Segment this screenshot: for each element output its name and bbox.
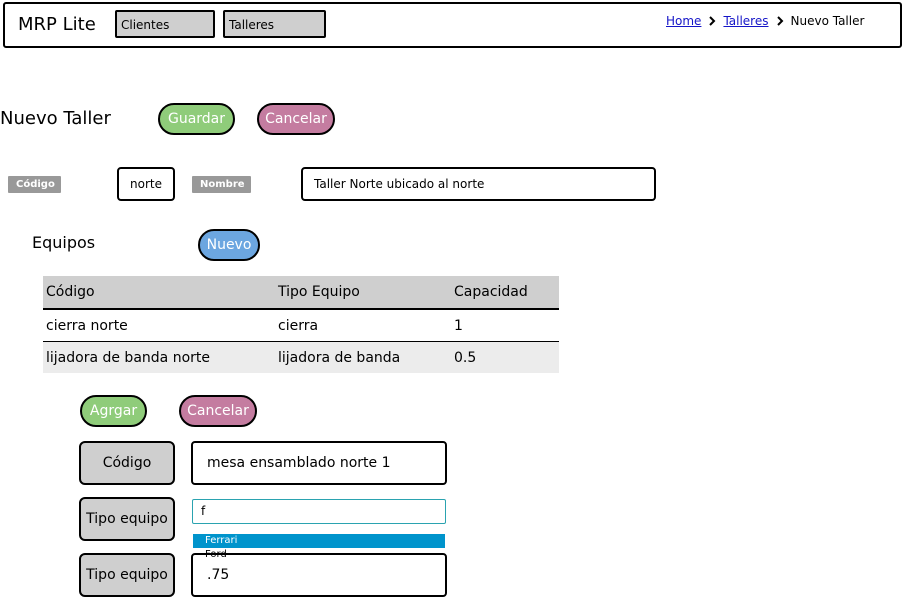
column-header-codigo[interactable]: Código — [43, 284, 275, 300]
capacidad-label: Tipo equipo — [79, 553, 175, 597]
table-cell: lijadora de banda norte — [46, 349, 210, 366]
app-title: MRP Lite — [18, 14, 96, 35]
dropdown-option-ferrari[interactable]: Ferrari — [193, 534, 445, 548]
table-row[interactable]: lijadora de banda norte lijadora de band… — [43, 341, 559, 373]
table-cell: 1 — [454, 317, 463, 334]
codigo-field[interactable]: norte — [117, 167, 175, 201]
column-header-tipo-equipo[interactable]: Tipo Equipo — [275, 284, 451, 300]
breadcrumb: Home Talleres Nuevo Taller — [666, 13, 864, 29]
cancel-add-button[interactable]: Cancelar — [179, 395, 257, 427]
nombre-label: Nombre — [192, 176, 251, 193]
tipo-equipo-label: Tipo equipo — [79, 497, 175, 541]
nav-talleres-button[interactable]: Talleres — [223, 10, 326, 38]
new-equipo-button[interactable]: Nuevo — [198, 229, 260, 261]
cancel-button[interactable]: Cancelar — [257, 103, 335, 135]
page-title: Nuevo Taller — [0, 108, 111, 129]
equipo-codigo-label: Código — [79, 441, 175, 485]
nombre-field[interactable]: Taller Norte ubicado al norte — [301, 167, 656, 201]
save-button[interactable]: Guardar — [158, 103, 235, 135]
breadcrumb-talleres-link[interactable]: Talleres — [723, 13, 768, 29]
breadcrumb-current: Nuevo Taller — [790, 14, 865, 28]
column-header-capacidad[interactable]: Capacidad — [451, 284, 559, 300]
dropdown-option-ford[interactable]: Ford — [193, 548, 445, 562]
nav-clientes-button[interactable]: Clientes — [115, 10, 215, 38]
breadcrumb-home-link[interactable]: Home — [666, 13, 701, 29]
table-row[interactable]: cierra norte cierra 1 — [43, 310, 559, 341]
table-cell: cierra — [278, 317, 319, 334]
add-equipo-button[interactable]: Agrgar — [80, 395, 147, 427]
tipo-equipo-combobox[interactable]: f — [192, 499, 446, 524]
table-cell: cierra norte — [46, 317, 128, 334]
table-cell: lijadora de banda — [278, 349, 401, 366]
chevron-right-icon — [776, 16, 784, 26]
equipo-codigo-field[interactable]: mesa ensamblado norte 1 — [191, 441, 447, 485]
codigo-label: Código — [8, 176, 61, 193]
equipos-table: Código Tipo Equipo Capacidad cierra nort… — [43, 276, 559, 373]
chevron-right-icon — [708, 16, 716, 26]
equipos-section-title: Equipos — [32, 233, 96, 252]
table-cell: 0.5 — [454, 349, 477, 366]
table-header-row: Código Tipo Equipo Capacidad — [43, 276, 559, 310]
